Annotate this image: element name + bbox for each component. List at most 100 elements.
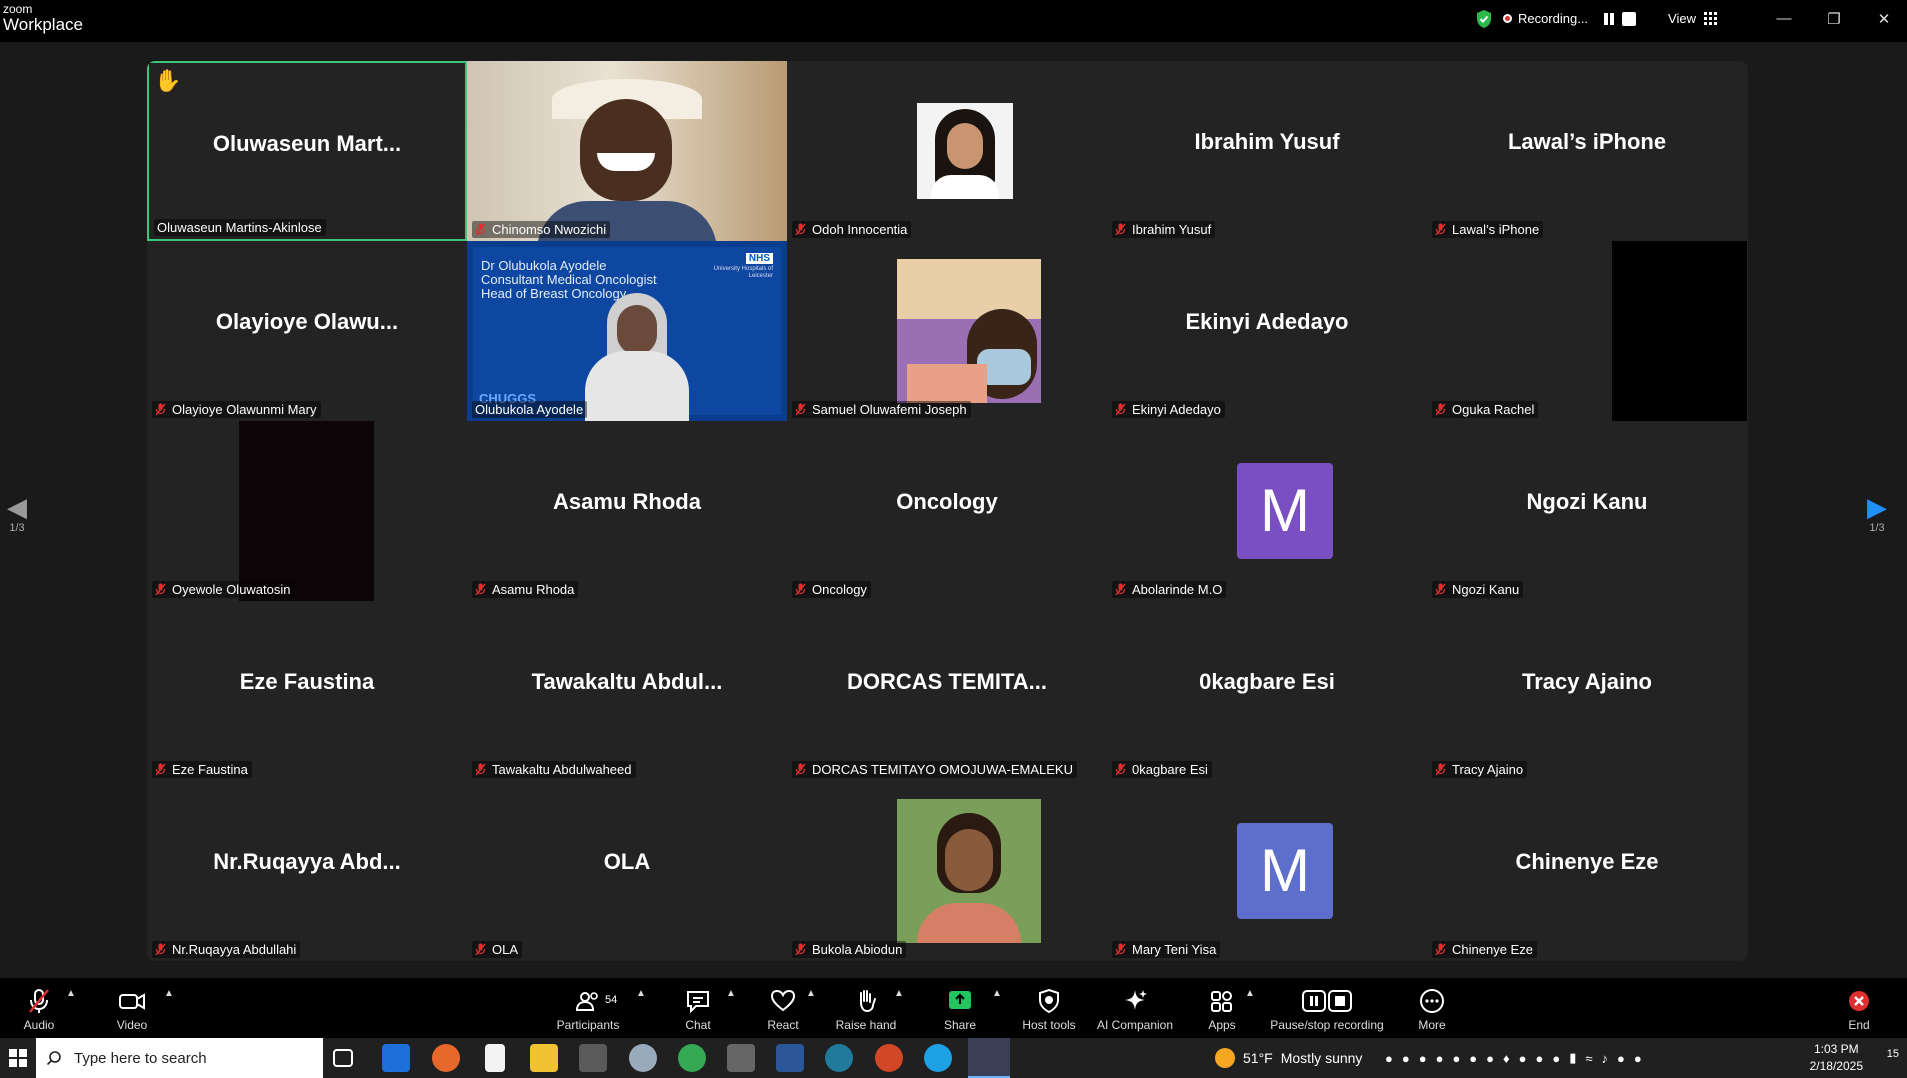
muted-mic-icon	[1435, 403, 1446, 416]
participant-tile[interactable]: Nr.Ruqayya Abd... Nr.Ruqayya Abdullahi	[147, 781, 467, 961]
restore-icon[interactable]: ❐	[1811, 10, 1857, 28]
file-explorer-icon[interactable]	[530, 1044, 558, 1072]
task-view-icon[interactable]	[333, 1049, 353, 1067]
network-tray-icon[interactable]: ●	[1552, 1051, 1560, 1066]
share-button[interactable]: Share	[942, 984, 978, 1032]
tray-icon-5[interactable]: ●	[1452, 1051, 1460, 1066]
participant-tile[interactable]: Asamu Rhoda Asamu Rhoda	[467, 421, 787, 601]
pause-stop-recording-button[interactable]: Pause/stop recording	[1268, 984, 1386, 1032]
participant-tile[interactable]: Ngozi Kanu Ngozi Kanu	[1427, 421, 1747, 601]
close-icon[interactable]: ✕	[1861, 10, 1907, 28]
taskbar-search-box[interactable]: Type here to search	[36, 1038, 323, 1078]
participant-name-label: 0kagbare Esi	[1112, 761, 1212, 778]
video-options-chevron-icon[interactable]: ▲	[164, 988, 174, 999]
stop-recording-icon[interactable]	[1622, 11, 1637, 26]
participants-button[interactable]: Participants	[553, 984, 623, 1032]
calculator-app-icon[interactable]	[579, 1044, 607, 1072]
wifi-icon[interactable]: ≈	[1585, 1051, 1592, 1066]
security-tray-icon[interactable]: ●	[1536, 1051, 1544, 1066]
zoom-app-taskbar-icon[interactable]	[968, 1038, 1010, 1078]
notepad-app-icon[interactable]	[485, 1044, 505, 1072]
view-button[interactable]: View	[1668, 11, 1696, 26]
previous-page-button[interactable]: ◀ 1/3	[0, 492, 34, 534]
webex-app-icon[interactable]	[825, 1044, 853, 1072]
tray-icon-3[interactable]: ●	[1419, 1051, 1427, 1066]
react-button[interactable]: React	[763, 984, 803, 1032]
chrome-app-icon[interactable]	[678, 1044, 706, 1072]
typora-app-icon[interactable]	[727, 1044, 755, 1072]
participant-tile[interactable]: OLA OLA	[467, 781, 787, 961]
raise-hand-options-chevron-icon[interactable]: ▲	[894, 988, 904, 999]
notification-center-button[interactable]: 15	[1877, 1048, 1899, 1068]
participant-tile[interactable]: Olayioye Olawu... Olayioye Olawunmi Mary	[147, 241, 467, 421]
bluetooth-icon[interactable]: ♦	[1503, 1051, 1510, 1066]
outlook-app-icon[interactable]	[382, 1044, 410, 1072]
tray-icon-1[interactable]: ●	[1385, 1051, 1393, 1066]
chat-options-chevron-icon[interactable]: ▲	[726, 988, 736, 999]
participant-display-name: OLA	[603, 849, 651, 874]
participant-tile[interactable]: Tracy Ajaino Tracy Ajaino	[1427, 601, 1747, 781]
language-icon[interactable]: ●	[1617, 1051, 1625, 1066]
apps-button[interactable]: Apps	[1205, 984, 1239, 1032]
chat-button[interactable]: Chat	[680, 984, 716, 1032]
tray-icon-6[interactable]: ●	[1469, 1051, 1477, 1066]
participants-options-chevron-icon[interactable]: ▲	[636, 988, 646, 999]
participant-tile[interactable]: DORCAS TEMITA... DORCAS TEMITAYO OMOJUWA-…	[787, 601, 1107, 781]
ai-companion-button[interactable]: AI Companion	[1095, 984, 1175, 1032]
participant-display-name: DORCAS TEMITA...	[846, 669, 1048, 694]
taskbar-clock[interactable]: 1:03 PM 2/18/2025	[1810, 1041, 1863, 1075]
left-arrow-icon[interactable]: ◀	[0, 492, 34, 522]
tray-icon-2[interactable]: ●	[1402, 1051, 1410, 1066]
nvidia-icon[interactable]: ●	[1634, 1051, 1642, 1066]
participant-name-label: Oguka Rachel	[1432, 401, 1539, 418]
end-meeting-button[interactable]: End	[1844, 984, 1874, 1032]
participant-tile[interactable]: Ibrahim Yusuf Ibrahim Yusuf	[1107, 61, 1427, 241]
video-camera-icon	[119, 993, 145, 1010]
tray-icon-4[interactable]: ●	[1436, 1051, 1444, 1066]
raise-hand-button[interactable]: Raise hand	[835, 984, 897, 1032]
host-tools-button[interactable]: Host tools	[1021, 984, 1077, 1032]
minimize-icon[interactable]: —	[1761, 10, 1807, 27]
battery-icon[interactable]: ▮	[1569, 1050, 1576, 1066]
participant-tile[interactable]: Odoh Innocentia	[787, 61, 1107, 241]
audio-button[interactable]: Audio	[20, 984, 58, 1032]
participant-tile[interactable]: Tawakaltu Abdul... Tawakaltu Abdulwaheed	[467, 601, 787, 781]
participant-tile[interactable]: 0kagbare Esi 0kagbare Esi	[1107, 601, 1427, 781]
weather-widget[interactable]: 51°F Mostly sunny	[1215, 1038, 1362, 1078]
participant-tile[interactable]: Oguka Rachel	[1427, 241, 1747, 421]
microphone-tray-icon[interactable]: ●	[1519, 1051, 1527, 1066]
start-button[interactable]	[0, 1038, 36, 1078]
tray-icon-7[interactable]: ●	[1486, 1051, 1494, 1066]
participant-tile[interactable]: Oncology Oncology	[787, 421, 1107, 601]
participant-tile[interactable]: Eze Faustina Eze Faustina	[147, 601, 467, 781]
participant-tile[interactable]: Oyewole Oluwatosin	[147, 421, 467, 601]
next-page-button[interactable]: ▶ 1/3	[1860, 492, 1894, 534]
powerpoint-app-icon[interactable]	[875, 1044, 903, 1072]
gallery-grid-icon[interactable]	[1704, 12, 1717, 25]
participant-tile[interactable]: Bukola Abiodun	[787, 781, 1107, 961]
share-options-chevron-icon[interactable]: ▲	[992, 988, 1002, 999]
encryption-shield-icon[interactable]	[1475, 9, 1493, 29]
react-options-chevron-icon[interactable]: ▲	[806, 988, 816, 999]
participant-tile[interactable]: Samuel Oluwafemi Joseph	[787, 241, 1107, 421]
participant-tile[interactable]: M Mary Teni Yisa	[1107, 781, 1427, 961]
participant-tile[interactable]: Oluwaseun Mart... ✋ Oluwaseun Martins-Akin…	[147, 61, 467, 241]
firefox-app-icon[interactable]	[432, 1044, 460, 1072]
edge-app-icon[interactable]	[924, 1044, 952, 1072]
word-app-icon[interactable]	[776, 1044, 804, 1072]
participant-tile[interactable]: Chinomso Nwozichi	[467, 61, 787, 241]
muted-mic-icon	[155, 943, 166, 956]
volume-icon[interactable]: ♪	[1602, 1051, 1609, 1066]
participant-tile[interactable]: Lawal’s iPhone Lawal’s iPhone	[1427, 61, 1747, 241]
apps-options-chevron-icon[interactable]: ▲	[1245, 988, 1255, 999]
pause-recording-icon[interactable]	[1602, 12, 1616, 26]
participant-tile[interactable]: NHS University Hospitals of Leicester Dr O…	[467, 241, 787, 421]
right-arrow-icon[interactable]: ▶	[1860, 492, 1894, 522]
more-button[interactable]: More	[1413, 984, 1451, 1032]
audio-options-chevron-icon[interactable]: ▲	[66, 988, 76, 999]
video-button[interactable]: Video	[112, 984, 152, 1032]
participant-tile[interactable]: M Abolarinde M.O	[1107, 421, 1427, 601]
participant-tile[interactable]: Ekinyi Adedayo Ekinyi Adedayo	[1107, 241, 1427, 421]
snipping-tool-icon[interactable]	[629, 1044, 657, 1072]
participant-tile[interactable]: Chinenye Eze Chinenye Eze	[1427, 781, 1747, 961]
